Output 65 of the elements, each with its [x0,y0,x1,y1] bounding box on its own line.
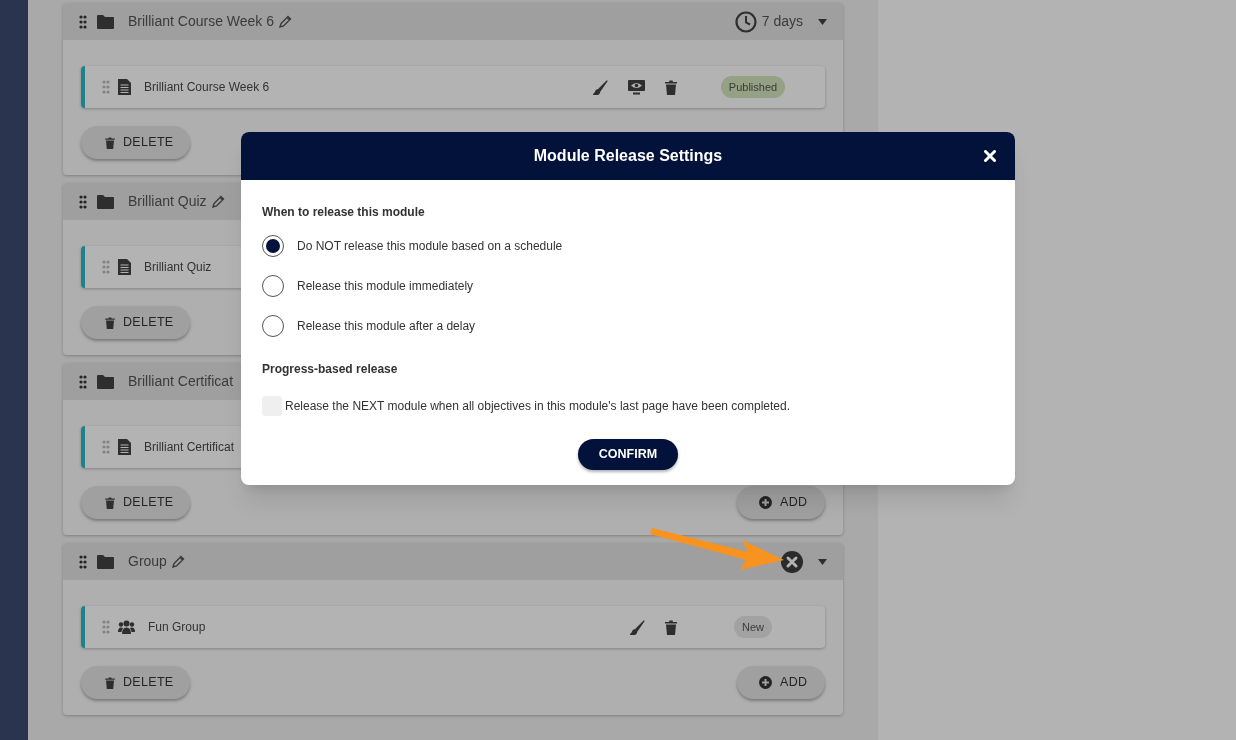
trash-icon[interactable] [105,316,115,329]
trash-icon[interactable] [105,676,115,689]
radio-label: Do NOT release this module based on a schedule [297,238,563,255]
confirm-button[interactable]: CONFIRM [577,439,679,470]
drag-handle-icon[interactable] [102,260,110,274]
document-icon [118,439,131,455]
caret-down-icon[interactable] [818,558,827,565]
delete-button[interactable]: DELETE [81,126,190,159]
content-item[interactable]: Fun Group New [81,606,825,648]
plus-circle-icon [759,676,772,689]
trash-icon[interactable] [105,496,115,509]
release-delay-text: 7 days [761,12,803,31]
folder-icon [97,194,114,209]
monitor-eye-icon[interactable] [628,79,645,95]
status-badge: Published [720,75,786,99]
module-title: Brilliant Course Week 6 [128,12,275,31]
pencil-icon[interactable] [279,15,293,28]
radio-label: Release this module after a delay [297,318,476,335]
drag-handle-icon[interactable] [79,374,87,389]
trash-icon[interactable] [665,619,677,635]
content-item-title: Brilliant Quiz [144,259,212,276]
add-button[interactable]: ADD [737,666,825,699]
close-icon[interactable] [984,150,996,162]
folder-icon [97,554,114,569]
radio-label: Release this module immediately [297,278,474,295]
content-item-title: Fun Group [148,619,206,636]
trash-icon[interactable] [665,79,677,95]
section-heading: Progress-based release [262,361,399,378]
people-icon [118,620,135,634]
radio-button[interactable] [262,235,284,257]
folder-icon [97,14,114,29]
content-item-title: Brilliant Certificat [144,439,235,456]
drag-handle-icon[interactable] [79,14,87,29]
pencil-icon[interactable] [171,555,185,568]
pencil-icon[interactable] [211,195,225,208]
add-button[interactable]: ADD [737,486,825,519]
close-circle-icon[interactable] [781,550,803,573]
document-icon [118,79,131,95]
drag-handle-icon[interactable] [102,440,110,454]
drag-handle-icon[interactable] [102,620,110,634]
radio-button[interactable] [262,315,284,337]
delete-button[interactable]: DELETE [81,486,190,519]
module-title: Brilliant Certificat [128,372,234,391]
plus-circle-icon [759,496,772,509]
content-item[interactable]: Brilliant Course Week 6 Published [81,66,825,108]
content-item-title: Brilliant Course Week 6 [144,79,270,96]
clock-icon [734,10,757,33]
folder-icon [97,374,114,389]
drag-handle-icon[interactable] [102,80,110,94]
drag-handle-icon[interactable] [79,554,87,569]
document-icon [118,259,131,275]
delete-button[interactable]: DELETE [81,306,190,339]
status-badge: New [734,615,772,639]
delete-button[interactable]: DELETE [81,666,190,699]
brush-icon[interactable] [593,79,608,95]
checkbox-label: Release the NEXT module when all objectives in this module's last page have been completed. [285,398,791,415]
radio-button[interactable] [262,275,284,297]
caret-down-icon[interactable] [818,18,827,25]
trash-icon[interactable] [105,136,115,149]
section-heading: When to release this module [262,204,426,221]
brush-icon[interactable] [630,619,645,635]
drag-handle-icon[interactable] [79,194,87,209]
module-title: Group [128,552,167,571]
dialog-title: Module Release Settings [533,146,723,166]
module-title: Brilliant Quiz [128,192,207,211]
